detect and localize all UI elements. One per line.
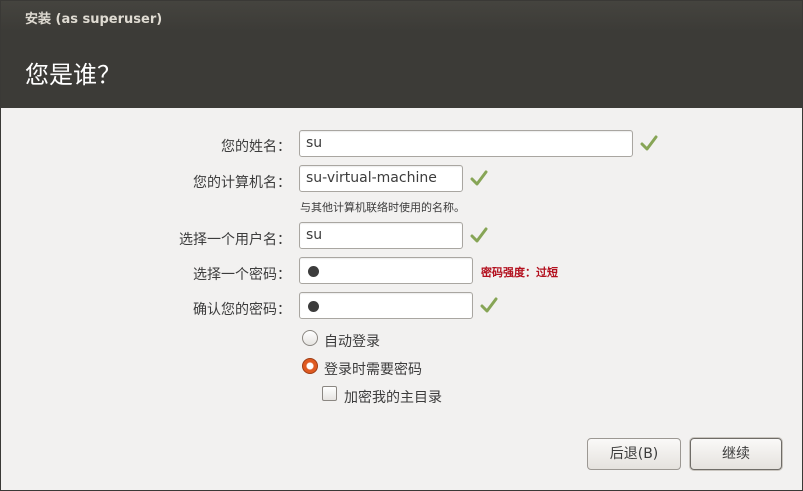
username-label: 选择一个用户名： [179,232,291,248]
encrypt-home-checkbox[interactable] [322,386,337,401]
continue-button[interactable]: 继续 [690,438,782,470]
computer-valid-checkmark-icon [470,170,488,186]
page-title: 您是谁？ [25,61,121,89]
password-strength-label: 密码强度：过短 [481,266,558,279]
computer-name-value: su-virtual-machine [306,170,437,186]
password-dot [308,266,319,277]
name-value: su [306,135,323,151]
username-valid-checkmark-icon [470,227,488,243]
name-label: 您的姓名： [221,139,291,155]
name-input[interactable]: su [299,130,633,157]
password-input[interactable] [299,257,473,284]
page-header: 您是谁？ [1,31,802,108]
require-password-radio[interactable] [302,358,318,374]
encrypt-home-label[interactable]: 加密我的主目录 [344,387,442,407]
confirm-valid-checkmark-icon [480,297,498,313]
computer-name-label: 您的计算机名： [193,175,291,191]
window-title: 安装 (as superuser) [25,12,163,27]
computer-name-input[interactable]: su-virtual-machine [299,165,463,192]
require-password-label[interactable]: 登录时需要密码 [324,359,422,379]
confirm-password-input[interactable] [299,292,473,319]
auto-login-label[interactable]: 自动登录 [324,331,380,351]
back-button[interactable]: 后退(B) [587,438,681,470]
confirm-password-label: 确认您的密码： [193,302,291,318]
password-label: 选择一个密码： [193,267,291,283]
username-input[interactable]: su [299,222,463,249]
computer-name-hint: 与其他计算机联络时使用的名称。 [300,201,465,214]
username-value: su [306,227,323,243]
name-valid-checkmark-icon [640,135,658,151]
title-bar[interactable]: 安装 (as superuser) [1,1,802,31]
auto-login-radio[interactable] [302,330,318,346]
confirm-password-dot [308,301,319,312]
installer-window: 安装 (as superuser) 您是谁？ 您的姓名： su 您的计算机名： … [0,0,803,491]
